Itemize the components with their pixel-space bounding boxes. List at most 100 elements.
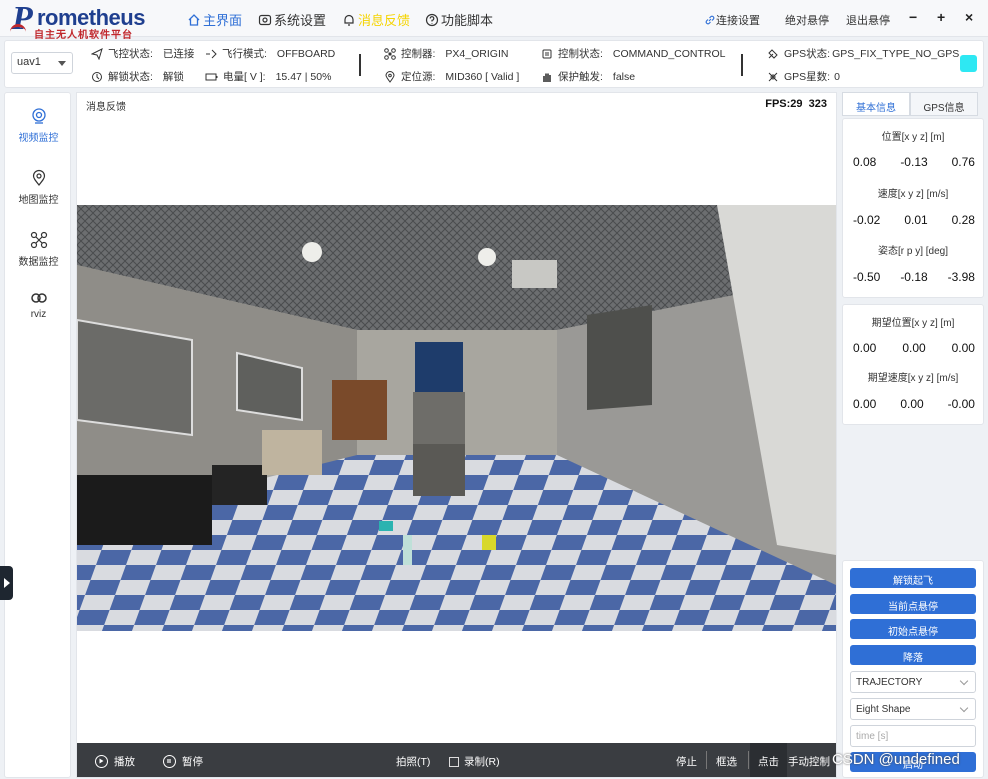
chevron-down-icon (58, 61, 66, 66)
flight-mode-value: OFFBOARD (276, 47, 336, 60)
position-y: -0.13 (900, 155, 928, 169)
record-label: 录制(R) (464, 756, 500, 768)
battery-icon (205, 73, 218, 80)
sidebar-item-data[interactable]: 数据监控 (5, 231, 72, 268)
nav-scripts[interactable]: 功能脚本 (425, 10, 493, 29)
controller-label: 控制器: (401, 48, 436, 60)
sidebar-item-label: 视频监控 (18, 133, 59, 144)
land-button[interactable]: 降落 (850, 645, 976, 665)
controller-value: PX4_ORIGIN (445, 47, 509, 60)
desired-position-label: 期望位置[x y z] [m] (871, 318, 955, 329)
stop-button[interactable]: 停止 (676, 754, 697, 769)
bell-icon (344, 14, 354, 26)
fps-label: FPS:29 (765, 98, 803, 110)
status-divider (741, 54, 743, 76)
hover-current-button[interactable]: 当前点悬停 (850, 594, 976, 614)
play-button[interactable]: 播放 (95, 754, 135, 769)
fps-readout: FPS:29 323 (765, 98, 827, 110)
nav-feedback[interactable]: 消息反馈 (342, 10, 410, 29)
box-select-button[interactable]: 框选 (716, 754, 737, 769)
position-values: 0.08 -0.13 0.76 (853, 155, 975, 169)
arm-state: 解锁状态: 解锁 (91, 69, 184, 84)
maximize-button[interactable]: + (937, 9, 945, 25)
sidebar-item-video[interactable]: 视频监控 (5, 107, 72, 144)
arm-state-value: 解锁 (162, 71, 184, 83)
nav-settings[interactable]: 系统设置 (258, 10, 326, 29)
velocity-y: 0.01 (904, 213, 928, 227)
nav-feedback-label: 消息反馈 (358, 13, 411, 28)
sidebar-toggle-button[interactable] (0, 566, 13, 600)
manual-control-button[interactable]: 手动控制 (788, 754, 830, 769)
uav-select-value: uav1 (17, 56, 41, 68)
tab-basic-info[interactable]: 基本信息 (842, 92, 910, 116)
gps-sats-value: 0 (834, 70, 840, 83)
snapshot-button[interactable]: 拍照(T) (396, 754, 430, 769)
time-input-placeholder: time [s] (856, 731, 889, 742)
play-label: 播放 (114, 756, 135, 768)
desired-velocity-values: 0.00 0.00 -0.00 (853, 397, 975, 411)
flight-mode: 飞行模式: OFFBOARD (205, 46, 335, 61)
nav-home-label: 主界面 (203, 13, 243, 28)
drone-small-icon (384, 47, 396, 60)
gps-state-value: GPS_FIX_TYPE_NO_GPS (832, 47, 960, 60)
close-button[interactable]: × (965, 9, 973, 25)
trajectory-select[interactable]: TRAJECTORY (850, 671, 976, 693)
tab-gps-info[interactable]: GPS信息 (910, 92, 978, 116)
video-feed[interactable] (77, 205, 836, 631)
desired-velocity-y: 0.00 (900, 397, 924, 411)
velocity-values: -0.02 0.01 0.28 (853, 213, 975, 227)
control-divider (706, 751, 707, 769)
chevron-down-icon (959, 703, 969, 713)
fc-state-value: 已连接 (162, 48, 195, 60)
gps-sats: GPS星数: 0 (767, 69, 840, 84)
nav-home[interactable]: 主界面 (187, 10, 242, 29)
app-logo: P rometheus 自主无人机软件平台 (8, 0, 168, 41)
battery: 电量[ V ]: 15.47 | 50% (205, 69, 331, 84)
sidebar-item-rviz[interactable]: rviz (5, 291, 72, 320)
sidebar-item-label: rviz (30, 309, 47, 320)
shape-select[interactable]: Eight Shape (850, 698, 976, 720)
video-controls-bar: 播放 暂停 拍照(T) 录制(R) 停止 框选 点击 手动控制 (77, 743, 836, 777)
protection-value: false (612, 70, 636, 83)
gps-state-label: GPS状态: (784, 48, 831, 60)
abs-hover-button[interactable]: 绝对悬停 (785, 12, 829, 28)
desired-velocity-label: 期望速度[x y z] [m/s] (867, 373, 959, 384)
logo-subtitle: 自主无人机软件平台 (34, 30, 133, 41)
location-icon (385, 70, 395, 83)
record-toggle[interactable]: 录制(R) (449, 754, 500, 769)
camera-icon (31, 108, 46, 124)
sidebar-item-map[interactable]: 地图监控 (5, 169, 72, 206)
battery-label: 电量[ V ]: (223, 71, 266, 83)
watermark: CSDN @undefined (832, 751, 960, 768)
exit-hover-button[interactable]: 退出悬停 (846, 12, 890, 28)
minimize-button[interactable]: − (909, 9, 917, 25)
arm-state-label: 解锁状态: (108, 71, 153, 83)
drone-icon (30, 231, 47, 249)
action-panel: 解锁起飞 当前点悬停 初始点悬停 降落 TRAJECTORY Eight Sha… (842, 560, 984, 778)
link-icon (705, 15, 715, 25)
mode-icon (206, 49, 217, 58)
pause-button[interactable]: 暂停 (163, 754, 203, 769)
pause-label: 暂停 (182, 756, 203, 768)
pause-icon (163, 755, 176, 768)
connect-settings-button[interactable]: 连接设置 (704, 12, 760, 28)
desired-position-x: 0.00 (853, 341, 877, 355)
attitude-y: -3.98 (947, 270, 975, 284)
uav-select[interactable]: uav1 (11, 52, 73, 74)
takeoff-button[interactable]: 解锁起飞 (850, 568, 976, 588)
fc-state: 飞控状态: 已连接 (91, 46, 194, 61)
control-divider (748, 751, 749, 769)
trajectory-select-value: TRAJECTORY (856, 677, 923, 688)
record-checkbox[interactable] (449, 756, 459, 767)
status-divider (359, 54, 361, 76)
time-input[interactable]: time [s] (850, 725, 976, 747)
click-point-button[interactable]: 点击 (750, 743, 787, 777)
hover-initial-button[interactable]: 初始点悬停 (850, 619, 976, 639)
unlock-icon (92, 71, 102, 82)
position-z: 0.76 (951, 155, 975, 169)
desired-position-y: 0.00 (902, 341, 926, 355)
status-bar: uav1 飞控状态: 已连接 解锁状态: 解锁 飞行模式: OFFBOARD 电量[ … (4, 40, 984, 88)
position-label: 位置[x y z] [m] (881, 132, 945, 143)
attitude-r: -0.50 (853, 270, 881, 284)
status-indicator (960, 55, 977, 72)
